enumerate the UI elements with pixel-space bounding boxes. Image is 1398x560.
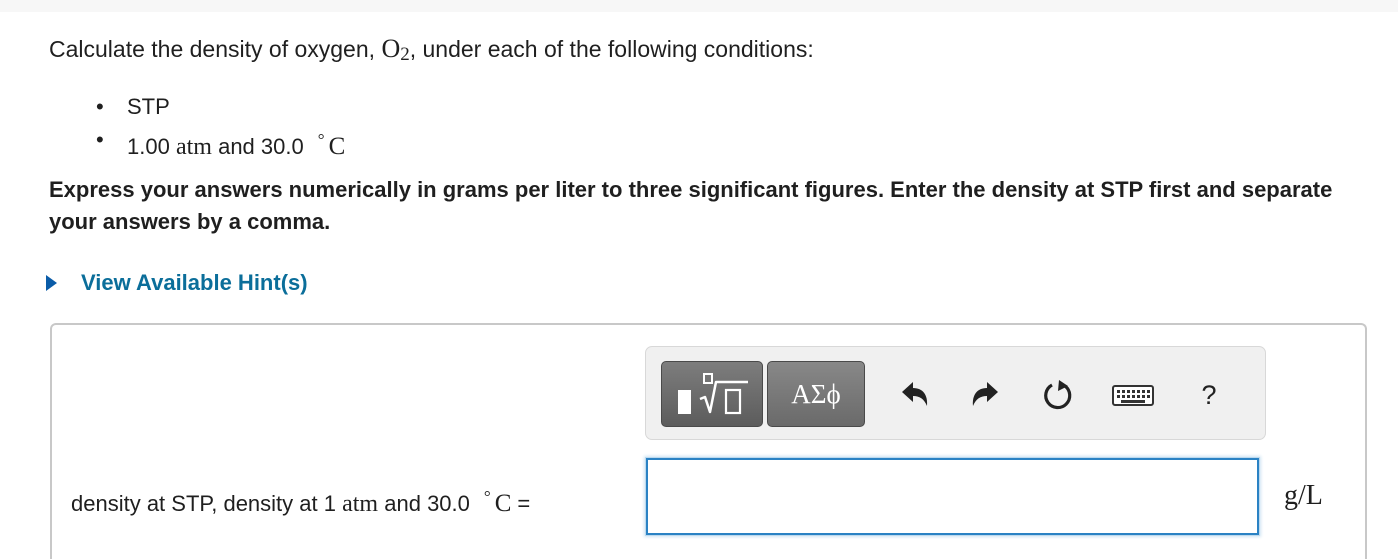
math-toolbar: ΑΣϕ ? [645,346,1266,440]
view-hints-link[interactable]: View Available Hint(s) [81,270,308,296]
bullet-icon: • [96,127,104,152]
templates-button[interactable] [661,361,763,427]
answer-label-temperature: 30.0 [427,491,470,516]
condition-pressure-unit: atm [175,134,212,160]
bullet-icon: • [96,94,104,119]
celsius-letter: C [328,133,346,160]
celsius-letter: C [494,490,512,517]
degree-symbol: ° [317,130,325,149]
list-item: • 1.00 atm and 30.0 ° C [0,123,345,160]
templates-icon [678,373,748,415]
question-suffix: , under each of the following conditions… [409,36,814,62]
conditions-list: • STP • 1.00 atm and 30.0 ° C [0,90,345,160]
view-hints-toggle[interactable]: View Available Hint(s) [46,268,308,298]
oxygen-formula: O2 [381,34,410,65]
equals-sign: = [517,491,531,516]
undo-icon[interactable] [893,375,933,415]
redo-icon[interactable] [967,375,1007,415]
question-text: Calculate the density of oxygen, O2, und… [49,33,814,71]
units-label: g/L [1284,480,1323,511]
answer-input[interactable] [646,458,1259,535]
keyboard-icon[interactable] [1110,375,1156,415]
answer-label-and: and [384,491,421,516]
condition-and: and [218,134,255,159]
reset-icon[interactable] [1038,375,1078,415]
condition-temperature: 30.0 [260,134,304,159]
question-prefix: Calculate the density of oxygen, [49,36,376,62]
condition-pressure-value: 1.00 [127,134,170,159]
greek-symbols-button[interactable]: ΑΣϕ [767,361,865,427]
answer-instructions: Express your answers numerically in gram… [49,177,1333,234]
formula-base: O [381,34,401,63]
list-item: • STP [0,90,345,123]
top-strip [0,0,1398,12]
degree-symbol: ° [483,487,491,506]
answer-label-prefix: density at STP, density at 1 [71,491,336,516]
celsius-unit: ° C [483,487,512,517]
help-button[interactable]: ? [1194,377,1224,413]
condition-stp: STP [127,94,170,119]
formula-subscript: 2 [400,44,410,65]
answer-label: density at STP, density at 1 atm and 30.… [71,480,530,521]
answer-label-unit: atm [342,491,379,517]
expand-triangle-icon [46,275,57,291]
celsius-unit: ° C [317,130,346,160]
